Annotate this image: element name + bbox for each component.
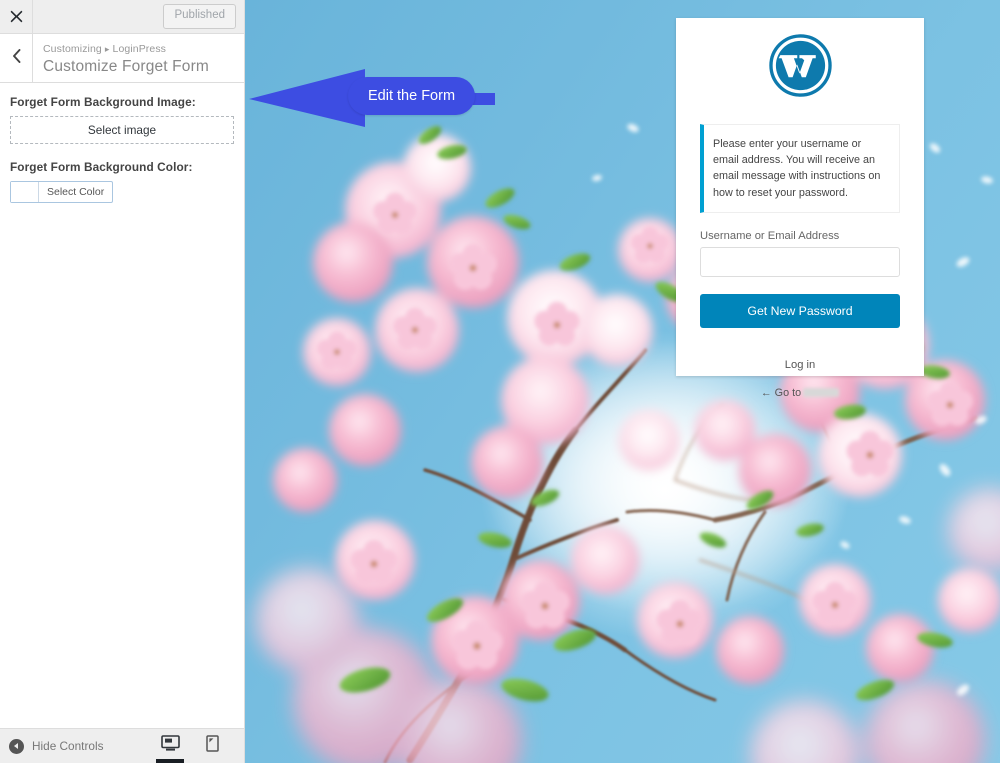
collapse-left-icon <box>9 738 24 754</box>
customizer-panel-header: Customizing ▸ LoginPress Customize Forget … <box>0 34 244 83</box>
background-color-label: Forget Form Background Color: <box>10 160 193 174</box>
color-picker[interactable]: Select Color <box>10 181 114 203</box>
background-image-label: Forget Form Background Image: <box>10 95 196 109</box>
hide-controls-label: Hide Controls <box>32 739 104 753</box>
hide-controls-button[interactable]: Hide Controls <box>0 738 104 754</box>
go-to-site-label: ← Go to <box>760 386 802 399</box>
breadcrumb-separator-icon: ▸ <box>104 44 110 55</box>
close-x-icon <box>10 10 23 23</box>
select-image-button[interactable]: Select image <box>10 116 234 144</box>
device-preview-desktop[interactable] <box>155 728 185 763</box>
wordpress-logo-icon <box>768 34 832 102</box>
breadcrumb-root: Customizing <box>43 43 102 56</box>
redacted-site-name <box>803 387 840 397</box>
wordpress-logo-wrapper <box>700 18 900 102</box>
customizer-footer: Hide Controls <box>0 728 259 763</box>
go-to-site-link[interactable]: ← Go to <box>700 387 900 399</box>
panel-header-text: Customizing ▸ LoginPress Customize Forget … <box>33 34 209 82</box>
preview-frame: Please enter your username or email addr… <box>245 0 1000 763</box>
reset-password-message: Please enter your username or email addr… <box>700 124 900 213</box>
page-title: Customize Forget Form <box>43 57 209 75</box>
username-label: Username or Email Address <box>700 229 840 242</box>
color-swatch <box>11 182 39 202</box>
chevron-left-icon <box>12 48 21 68</box>
customizer-controls: Forget Form Background Image: Select ima… <box>0 83 244 728</box>
publish-button[interactable]: Published <box>163 4 236 29</box>
get-new-password-button[interactable]: Get New Password <box>700 293 900 328</box>
customizer-topbar: Published <box>0 0 244 34</box>
breadcrumb-section: LoginPress <box>112 43 167 56</box>
username-input[interactable] <box>700 246 900 277</box>
login-form-card: Please enter your username or email addr… <box>676 18 924 399</box>
close-customizer-button[interactable] <box>0 0 33 33</box>
customizer-sidebar: Published Customizing ▸ LoginPress Customi… <box>0 0 259 763</box>
log-in-link[interactable]: Log in <box>785 359 815 371</box>
login-form-links: Log in ← Go to <box>700 355 900 399</box>
tablet-icon <box>205 734 219 757</box>
back-button[interactable] <box>0 34 33 82</box>
select-color-button-label: Select Color <box>47 186 105 198</box>
desktop-icon <box>160 735 180 756</box>
breadcrumb: Customizing ▸ LoginPress <box>43 43 209 57</box>
device-preview-tablet[interactable] <box>197 728 227 763</box>
customizer-screen: Published Customizing ▸ LoginPress Customi… <box>0 0 1000 763</box>
